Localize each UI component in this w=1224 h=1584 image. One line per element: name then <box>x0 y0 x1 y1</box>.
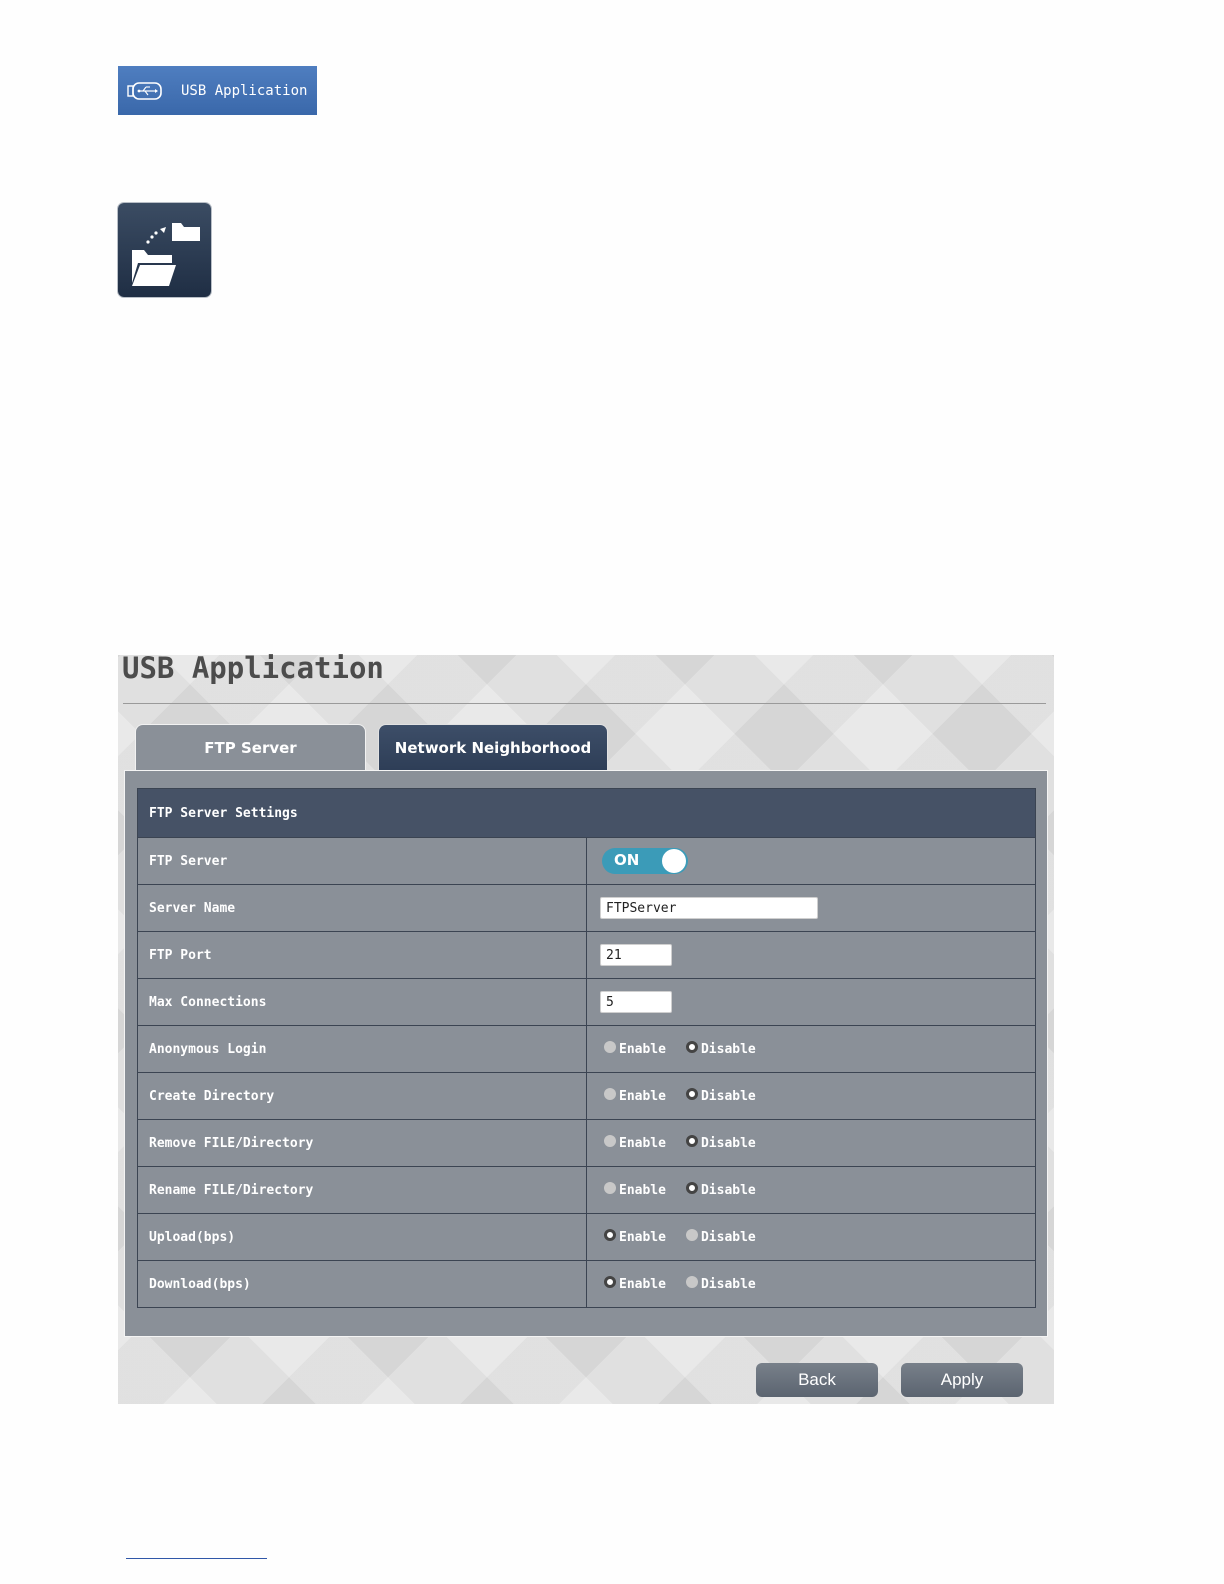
ftp-port-input[interactable] <box>600 944 672 966</box>
row-label: FTP Port <box>137 931 587 979</box>
radio-enable[interactable]: Enable <box>604 1132 666 1151</box>
max-connections-input[interactable] <box>600 991 672 1013</box>
radio-button[interactable] <box>685 1040 698 1053</box>
table-row: FTP Server ON <box>137 837 1036 885</box>
table-row: Remove FILE/Directory Enable Disable <box>137 1119 1036 1167</box>
radio-label: Disable <box>700 1277 756 1293</box>
back-button[interactable]: Back <box>756 1363 878 1397</box>
radio-button[interactable] <box>685 1134 698 1147</box>
menu-label: USB Application <box>181 82 308 99</box>
radio-enable[interactable]: Enable <box>604 1179 666 1198</box>
radio-button[interactable] <box>604 1275 616 1288</box>
toggle-knob <box>662 849 686 873</box>
radio-label: Enable <box>619 1183 666 1199</box>
row-label: Anonymous Login <box>137 1025 587 1073</box>
row-label: Upload(bps) <box>137 1213 587 1261</box>
row-label: Server Name <box>137 884 587 932</box>
radio-button[interactable] <box>604 1040 616 1053</box>
radio-label: Enable <box>619 1230 666 1246</box>
radio-button[interactable] <box>604 1134 616 1147</box>
footer-link-underline[interactable] <box>126 1558 267 1559</box>
tab-ftp-server[interactable]: FTP Server <box>135 724 366 771</box>
ftp-settings-table: FTP Server Settings FTP Server ON Server… <box>137 788 1036 1308</box>
radio-disable[interactable]: Disable <box>685 1038 756 1058</box>
radio-enable[interactable]: Enable <box>604 1085 666 1104</box>
radio-disable[interactable]: Disable <box>685 1132 756 1152</box>
table-row: Rename FILE/Directory Enable Disable <box>137 1166 1036 1214</box>
table-row: Create Directory Enable Disable <box>137 1072 1036 1120</box>
table-row: Max Connections <box>137 978 1036 1026</box>
usb-icon <box>127 81 162 100</box>
table-row: Download(bps) Enable Disable <box>137 1260 1036 1308</box>
radio-label: Disable <box>700 1136 756 1152</box>
ftp-settings-container: FTP Server Settings FTP Server ON Server… <box>124 770 1048 1337</box>
radio-button[interactable] <box>604 1181 616 1194</box>
row-label: Remove FILE/Directory <box>137 1119 587 1167</box>
radio-button[interactable] <box>685 1181 698 1194</box>
row-label: Rename FILE/Directory <box>137 1166 587 1214</box>
table-row: Server Name <box>137 884 1036 932</box>
table-row: Upload(bps) Enable Disable <box>137 1213 1036 1261</box>
page-title: USB Application <box>122 651 384 685</box>
radio-button[interactable] <box>685 1228 698 1241</box>
radio-enable[interactable]: Enable <box>604 1038 666 1057</box>
radio-disable[interactable]: Disable <box>685 1085 756 1105</box>
radio-disable[interactable]: Disable <box>685 1179 756 1199</box>
radio-label: Disable <box>700 1042 756 1058</box>
usb-application-menu-button[interactable]: USB Application <box>118 66 317 115</box>
radio-button[interactable] <box>604 1228 616 1241</box>
radio-label: Enable <box>619 1042 666 1058</box>
radio-button[interactable] <box>685 1087 698 1100</box>
radio-label: Enable <box>619 1089 666 1105</box>
radio-button[interactable] <box>685 1275 698 1288</box>
radio-label: Disable <box>700 1183 756 1199</box>
tab-network-neighborhood[interactable]: Network Neighborhood <box>378 724 608 770</box>
server-name-input[interactable] <box>600 897 818 919</box>
row-label: FTP Server <box>137 837 587 885</box>
radio-disable[interactable]: Disable <box>685 1273 756 1293</box>
radio-enable[interactable]: Enable <box>604 1273 666 1292</box>
usb-application-panel: USB Application FTP Server Network Neigh… <box>118 651 1054 1404</box>
section-header: FTP Server Settings <box>137 788 1036 838</box>
apply-button[interactable]: Apply <box>901 1363 1023 1397</box>
row-label: Max Connections <box>137 978 587 1026</box>
row-label: Create Directory <box>137 1072 587 1120</box>
radio-label: Disable <box>700 1089 756 1105</box>
row-label: Download(bps) <box>137 1260 587 1308</box>
title-divider <box>123 703 1046 704</box>
toggle-state-label: ON <box>614 851 640 869</box>
radio-label: Enable <box>619 1136 666 1152</box>
table-row: Anonymous Login Enable Disable <box>137 1025 1036 1073</box>
folder-share-icon <box>132 223 200 286</box>
folder-share-tile[interactable] <box>118 203 211 297</box>
radio-label: Disable <box>700 1230 756 1246</box>
radio-disable[interactable]: Disable <box>685 1226 756 1246</box>
radio-enable[interactable]: Enable <box>604 1226 666 1245</box>
radio-label: Enable <box>619 1277 666 1293</box>
radio-button[interactable] <box>604 1087 616 1100</box>
table-row: FTP Port <box>137 931 1036 979</box>
ftp-server-toggle[interactable]: ON <box>602 848 688 874</box>
